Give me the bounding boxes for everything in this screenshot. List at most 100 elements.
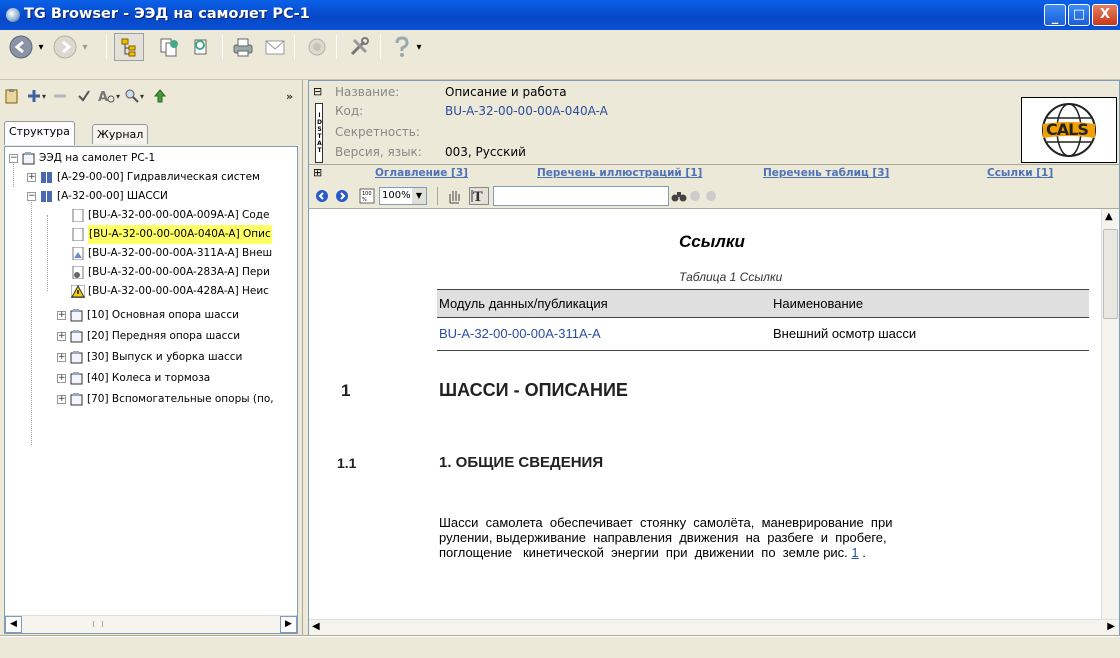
refs-title: Ссылки — [679, 232, 745, 251]
tree-item[interactable]: [BU-A-32-00-00-00A-428A-A] Неис — [70, 282, 269, 301]
add-icon[interactable] — [26, 86, 42, 106]
tree-item[interactable]: [BU-A-32-00-00-00A-283A-A] Пери — [71, 263, 270, 282]
link-references[interactable]: Ссылки [1] — [987, 167, 1053, 179]
binoculars-icon[interactable] — [671, 189, 687, 206]
collapse-header-icon[interactable]: ⊟ — [313, 85, 322, 98]
left-pane: ▾ A ▾ ▾ » Структура Журнал − ЭЭД на само… — [0, 80, 302, 636]
copy-doc-icon[interactable] — [154, 33, 184, 61]
field-label-title: Название: — [335, 85, 400, 99]
table-header-row: Модуль данных/публикация Наименование — [437, 290, 1089, 318]
folder-doc-icon — [70, 351, 84, 364]
tools-icon[interactable] — [344, 33, 374, 61]
tree-item[interactable]: [BU-A-32-00-00-00A-311A-A] Внеш — [71, 244, 272, 263]
forward-dropdown-icon[interactable]: ▾ — [78, 33, 92, 61]
tree-item[interactable]: [BU-A-32-00-00-00A-009A-A] Соде — [71, 206, 269, 225]
tree-item[interactable]: + [40] Колеса и тормоза — [57, 369, 210, 388]
table-caption: Таблица 1 Ссылки — [679, 270, 783, 284]
scroll-up-icon[interactable]: ▲ — [1105, 211, 1113, 222]
tree-item[interactable]: + [A-29-00-00] Гидравлическая систем — [27, 168, 260, 187]
mail-icon[interactable] — [260, 33, 290, 61]
find-text-icon[interactable]: A — [98, 86, 116, 106]
tree-item[interactable]: + [30] Выпуск и уборка шасси — [57, 348, 242, 367]
svg-text:T: T — [473, 190, 483, 204]
scroll-left-icon[interactable]: ◀ — [5, 616, 22, 633]
forward-icon[interactable] — [50, 33, 80, 61]
zoom-icon[interactable] — [124, 86, 140, 106]
document-icon — [71, 227, 85, 242]
find-prev-icon[interactable] — [689, 190, 701, 205]
chevron-down-icon[interactable]: ▼ — [412, 188, 426, 204]
column-header: Модуль данных/публикация — [439, 296, 608, 311]
scroll-right-icon[interactable]: ▶ — [280, 616, 297, 633]
nav-back-icon[interactable] — [315, 189, 329, 206]
warning-icon — [70, 284, 86, 299]
scroll-thumb[interactable] — [1103, 229, 1118, 319]
scroll-right-icon[interactable]: ▶ — [1107, 621, 1115, 632]
content-vertical-scrollbar[interactable]: ▲ — [1101, 209, 1119, 619]
tree-item[interactable]: − ЭЭД на самолет РС-1 — [9, 149, 155, 168]
more-icon[interactable]: » — [286, 86, 293, 106]
zoom-dropdown-icon[interactable]: ▾ — [140, 86, 144, 106]
tree-item[interactable]: + [20] Передняя опора шасси — [57, 327, 240, 346]
manual-icon — [40, 171, 54, 184]
paragraph-line-last: поглощение кинетической энергии при движ… — [439, 545, 866, 560]
folder-doc-icon — [70, 309, 84, 322]
properties-icon[interactable] — [186, 33, 216, 61]
find-next-icon[interactable] — [705, 190, 717, 205]
print-icon[interactable] — [228, 33, 258, 61]
status-bar — [0, 636, 1120, 658]
tab-journal[interactable]: Журнал — [92, 124, 149, 144]
link-contents[interactable]: Оглавление [3] — [375, 167, 468, 179]
document-pane: ⊟ IDSTAT Название: Описание и работа Код… — [308, 80, 1120, 636]
idstatus-label: IDSTAT — [315, 103, 323, 163]
dm-link[interactable]: BU-A-32-00-00-00A-311A-A — [439, 326, 601, 341]
window-title: TG Browser - ЭЭД на самолет РС-1 — [24, 6, 310, 22]
remove-icon[interactable] — [52, 86, 68, 106]
app-window: TG Browser - ЭЭД на самолет РС-1 _ □ X ▾… — [0, 0, 1120, 658]
clipboard-icon[interactable] — [4, 86, 20, 106]
subsection-title: 1. ОБЩИЕ СВЕДЕНИЯ — [439, 454, 604, 471]
tree-item-selected[interactable]: [BU-A-32-00-00-00A-040A-A] Опис — [71, 225, 272, 244]
content-horizontal-scrollbar[interactable]: ◀ ▶ — [309, 619, 1119, 635]
left-tabs: Структура Журнал — [4, 120, 298, 145]
maximize-button[interactable]: □ — [1068, 4, 1090, 26]
svg-text:%: % — [362, 197, 367, 203]
title-bar[interactable]: TG Browser - ЭЭД на самолет РС-1 _ □ X — [0, 0, 1120, 30]
find-dropdown-icon[interactable]: ▾ — [116, 86, 120, 106]
minimize-button[interactable]: _ — [1044, 4, 1066, 26]
tab-structure[interactable]: Структура — [4, 121, 75, 145]
search-input[interactable] — [493, 186, 669, 206]
close-button[interactable]: X — [1092, 4, 1118, 26]
field-value-code: BU-A-32-00-00-00A-040A-A — [445, 104, 608, 118]
text-select-icon[interactable]: T — [469, 187, 489, 205]
tree-item[interactable]: − [A-32-00-00] ШАССИ — [27, 187, 168, 206]
back-icon[interactable] — [6, 33, 36, 61]
tree-view-icon[interactable] — [114, 33, 144, 61]
tree-item[interactable]: + [70] Вспомогательные опоры (по, — [57, 390, 274, 409]
left-toolbar: ▾ A ▾ ▾ » — [0, 80, 302, 120]
tool-doc-icon — [71, 265, 85, 280]
add-dropdown-icon[interactable]: ▾ — [42, 86, 46, 106]
upload-icon[interactable] — [152, 86, 168, 106]
svg-text:A: A — [98, 90, 108, 104]
tree-horizontal-scrollbar[interactable]: ◀ ▶ — [5, 615, 297, 633]
scroll-left-icon[interactable]: ◀ — [312, 621, 320, 632]
document-content: Ссылки Таблица 1 Ссылки Модуль данных/пу… — [309, 209, 1101, 619]
help-dropdown-icon[interactable]: ▾ — [412, 33, 426, 61]
link-tables[interactable]: Перечень таблиц [3] — [763, 167, 889, 179]
hand-tool-icon[interactable] — [445, 187, 463, 208]
check-icon[interactable] — [76, 86, 92, 106]
zoom-select[interactable]: 100% ▼ — [379, 187, 427, 205]
expand-nav-icon[interactable]: ⊞ — [313, 166, 322, 179]
link-illustrations[interactable]: Перечень иллюстраций [1] — [537, 167, 702, 179]
field-label-security: Секретность: — [335, 125, 420, 139]
tree-item[interactable]: + [10] Основная опора шасси — [57, 306, 239, 325]
stop-icon[interactable] — [302, 33, 332, 61]
figure-ref-link[interactable]: 1 — [851, 545, 858, 560]
nav-forward-icon[interactable] — [335, 189, 349, 206]
section-title: ШАССИ - ОПИСАНИЕ — [439, 380, 628, 400]
cals-logo: CALS — [1021, 97, 1117, 163]
fit-page-icon[interactable]: 100% — [359, 188, 375, 207]
back-dropdown-icon[interactable]: ▾ — [34, 33, 48, 61]
app-icon — [6, 8, 20, 22]
